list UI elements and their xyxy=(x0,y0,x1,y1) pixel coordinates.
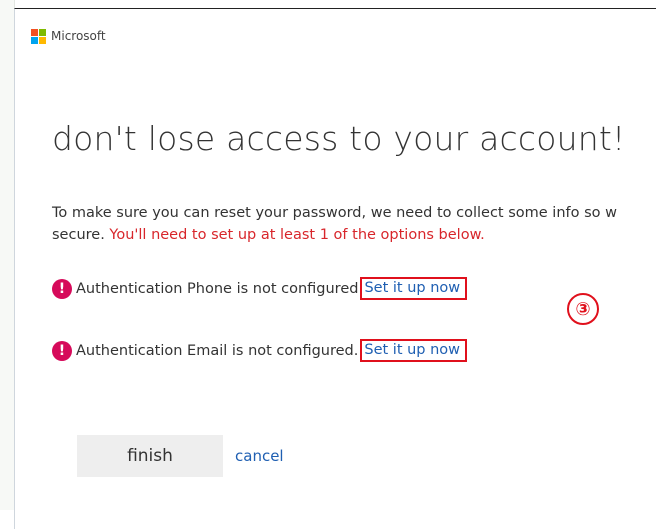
option-phone: ! Authentication Phone is not configured… xyxy=(52,277,468,300)
intro-text: To make sure you can reset your password… xyxy=(52,202,656,246)
step-marker: ③ xyxy=(567,293,599,325)
alert-icon: ! xyxy=(52,278,72,299)
brand-name: Microsoft xyxy=(51,29,106,43)
alert-icon: ! xyxy=(52,340,72,361)
warning-text: You'll need to set up at least 1 of the … xyxy=(109,227,485,243)
option-email-status: Authentication Email is not configured. xyxy=(76,342,359,359)
cancel-link[interactable]: cancel xyxy=(235,447,284,465)
dialog-frame: Microsoft don't lose access to your acco… xyxy=(14,8,656,529)
intro-line-2-prefix: secure. xyxy=(52,227,110,243)
page-title: don't lose access to your account! xyxy=(52,119,626,158)
microsoft-logo-icon xyxy=(31,28,46,44)
intro-line-2: secure. You'll need to set up at least 1… xyxy=(52,224,656,246)
setup-phone-link[interactable]: Set it up now xyxy=(360,277,468,300)
option-email: ! Authentication Email is not configured… xyxy=(52,339,468,362)
intro-line-1: To make sure you can reset your password… xyxy=(52,205,617,221)
option-phone-status: Authentication Phone is not configured xyxy=(76,280,359,297)
left-edge xyxy=(0,0,15,510)
header: Microsoft xyxy=(31,25,106,47)
setup-email-link[interactable]: Set it up now xyxy=(360,339,468,362)
finish-button[interactable]: finish xyxy=(77,435,223,477)
